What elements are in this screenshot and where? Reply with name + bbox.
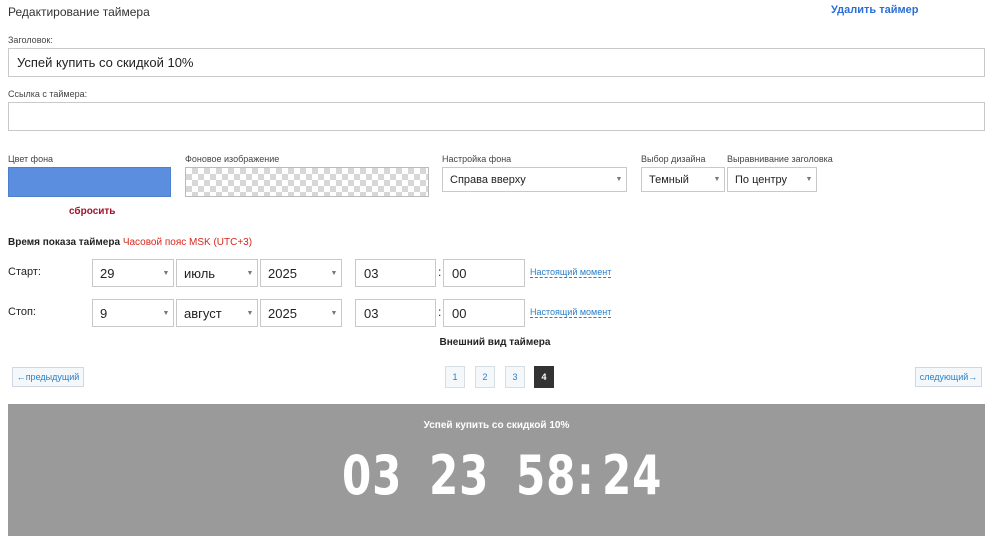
- start-day-select[interactable]: 29 ▼: [92, 259, 174, 287]
- align-label: Выравнивание заголовка: [727, 154, 833, 164]
- link-input[interactable]: [8, 102, 985, 131]
- start-label: Старт:: [8, 266, 41, 278]
- stop-day-select[interactable]: 9 ▼: [92, 299, 174, 327]
- bg-image-picker[interactable]: [185, 167, 429, 197]
- chevron-down-icon: ▼: [246, 269, 254, 277]
- stop-label: Стоп:: [8, 306, 36, 318]
- align-select[interactable]: По центру ▼: [727, 167, 817, 192]
- reset-color-link[interactable]: сбросить: [69, 206, 115, 217]
- stop-hour-input[interactable]: [355, 299, 436, 327]
- timezone-label: Часовой пояс MSK (UTC+3): [122, 237, 253, 248]
- heading-input[interactable]: [8, 48, 985, 77]
- chevron-down-icon: ▼: [615, 176, 623, 183]
- start-month-value: июль: [184, 265, 216, 281]
- appearance-title: Внешний вид таймера: [439, 337, 551, 348]
- chevron-down-icon: ▼: [162, 269, 170, 277]
- bg-settings-select[interactable]: Справа вверху ▼: [442, 167, 627, 192]
- design-label: Выбор дизайна: [641, 154, 706, 164]
- chevron-down-icon: ▼: [162, 309, 170, 317]
- start-year-select[interactable]: 2025 ▼: [260, 259, 342, 287]
- next-design-button[interactable]: следующий→: [915, 367, 982, 387]
- chevron-down-icon: ▼: [805, 176, 813, 183]
- time-separator: :: [438, 305, 442, 319]
- preview-seconds: 24: [602, 444, 663, 507]
- design-page-3[interactable]: 3: [505, 366, 525, 388]
- chevron-down-icon: ▼: [330, 269, 338, 277]
- link-label: Ссылка с таймера:: [8, 89, 88, 99]
- timer-preview: Успей купить со скидкой 10% 03 23 58 : 2…: [8, 404, 985, 536]
- design-page-4[interactable]: 4: [534, 366, 554, 388]
- bg-settings-label: Настройка фона: [442, 154, 512, 164]
- start-hour-input[interactable]: [355, 259, 436, 287]
- preview-minutes: 58: [516, 444, 577, 507]
- stop-now-link[interactable]: Настоящий момент: [530, 307, 612, 318]
- bg-color-label: Цвет фона: [8, 154, 54, 164]
- stop-year-select[interactable]: 2025 ▼: [260, 299, 342, 327]
- bg-image-label: Фоновое изображение: [185, 154, 280, 164]
- bg-color-swatch[interactable]: [8, 167, 171, 197]
- start-month-select[interactable]: июль ▼: [176, 259, 258, 287]
- stop-month-value: август: [184, 305, 222, 321]
- stop-day-value: 9: [100, 305, 108, 321]
- design-page-2[interactable]: 2: [475, 366, 495, 388]
- start-now-link[interactable]: Настоящий момент: [530, 267, 612, 278]
- start-day-value: 29: [100, 265, 115, 281]
- preview-days: 03: [342, 444, 403, 507]
- schedule-title: Время показа таймера Часовой пояс MSK (U…: [8, 237, 252, 248]
- preview-separator: :: [577, 444, 595, 507]
- align-value: По центру: [735, 173, 787, 186]
- stop-year-value: 2025: [268, 305, 297, 321]
- stop-month-select[interactable]: август ▼: [176, 299, 258, 327]
- delete-timer-link[interactable]: Удалить таймер: [831, 4, 918, 16]
- start-year-value: 2025: [268, 265, 297, 281]
- chevron-down-icon: ▼: [330, 309, 338, 317]
- heading-label: Заголовок:: [8, 35, 53, 45]
- prev-design-button[interactable]: ←предыдущий: [12, 367, 84, 387]
- start-minute-input[interactable]: [443, 259, 525, 287]
- design-value: Темный: [649, 173, 689, 186]
- schedule-title-text: Время показа таймера: [8, 237, 121, 248]
- chevron-down-icon: ▼: [713, 176, 721, 183]
- design-page-1[interactable]: 1: [445, 366, 465, 388]
- page-title: Редактирование таймера: [8, 5, 150, 19]
- time-separator: :: [438, 265, 442, 279]
- preview-heading: Успей купить со скидкой 10%: [423, 420, 570, 431]
- bg-settings-value: Справа вверху: [450, 173, 526, 186]
- preview-hours: 23: [429, 444, 490, 507]
- design-select[interactable]: Темный ▼: [641, 167, 725, 192]
- stop-minute-input[interactable]: [443, 299, 525, 327]
- chevron-down-icon: ▼: [246, 309, 254, 317]
